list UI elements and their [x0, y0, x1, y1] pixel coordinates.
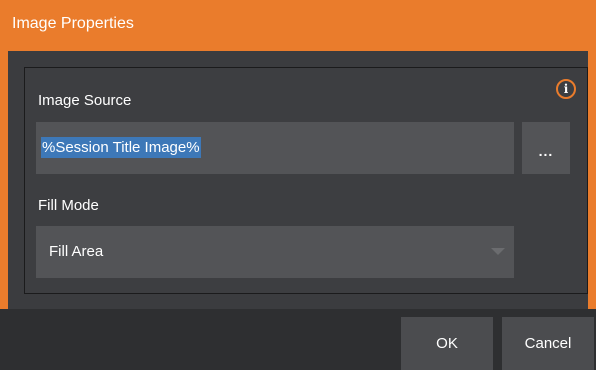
fill-mode-value: Fill Area	[49, 243, 104, 260]
ok-button[interactable]: OK	[401, 317, 493, 370]
dialog-footer: OK Cancel	[0, 309, 596, 370]
chevron-down-icon	[491, 248, 505, 255]
cancel-button[interactable]: Cancel	[502, 317, 594, 370]
browse-button[interactable]: ...	[522, 122, 570, 174]
image-source-input[interactable]: %Session Title Image%	[36, 122, 514, 174]
info-icon[interactable]: i	[556, 79, 576, 99]
fill-mode-select[interactable]: Fill Area	[36, 226, 514, 278]
image-source-label: Image Source	[38, 92, 132, 109]
fill-mode-label: Fill Mode	[38, 197, 99, 214]
image-source-value: %Session Title Image%	[41, 137, 201, 158]
dialog-title: Image Properties	[0, 0, 596, 51]
image-properties-dialog: Image Properties i Image Source %Session…	[0, 0, 596, 370]
